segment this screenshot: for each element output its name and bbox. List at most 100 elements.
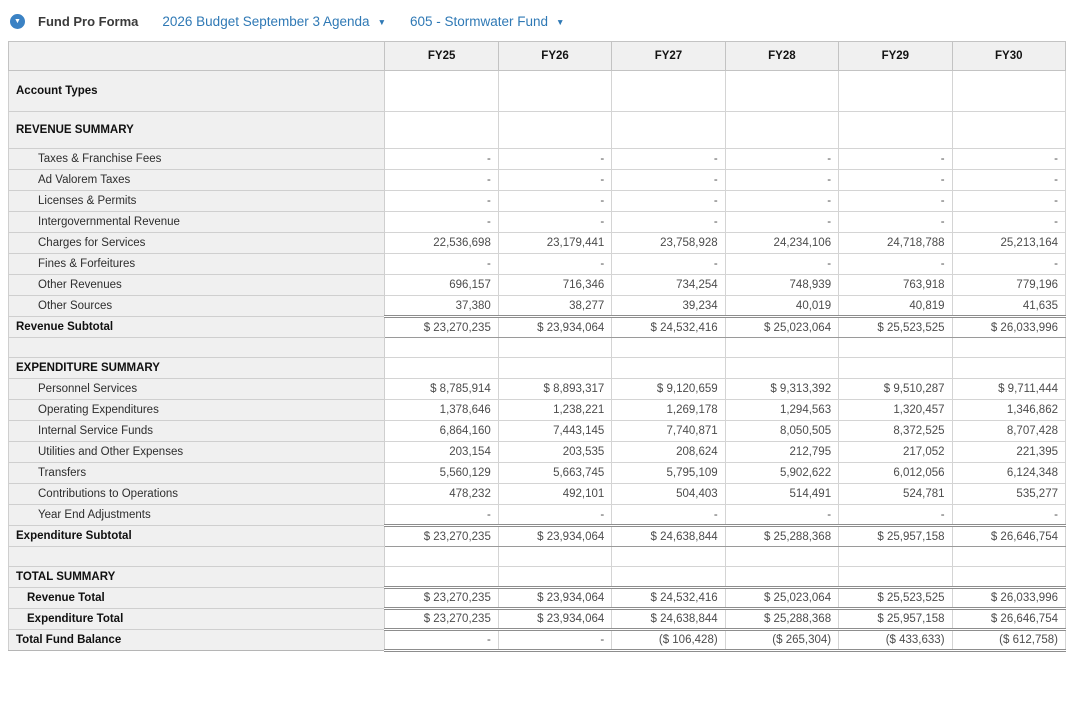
table-cell-fy29: 40,819 — [839, 296, 952, 317]
fund-dropdown[interactable]: 605 - Stormwater Fund ▼ — [410, 14, 564, 29]
table-row: Utilities and Other Expenses203,154203,5… — [9, 442, 1066, 463]
table-cell-fy26: 492,101 — [498, 484, 611, 505]
table-cell-fy27 — [612, 71, 725, 112]
column-header-fy27: FY27 — [612, 42, 725, 71]
table-cell-fy27: - — [612, 212, 725, 233]
table-cell-fy27: 1,269,178 — [612, 400, 725, 421]
table-cell-fy26: $ 23,934,064 — [498, 588, 611, 609]
column-header-fy29: FY29 — [839, 42, 952, 71]
table-cell-fy27: 208,624 — [612, 442, 725, 463]
row-label: EXPENDITURE SUMMARY — [9, 358, 385, 379]
row-label: Transfers — [9, 463, 385, 484]
row-label: Licenses & Permits — [9, 191, 385, 212]
column-header-fy26: FY26 — [498, 42, 611, 71]
row-label: Revenue Subtotal — [9, 317, 385, 338]
table-cell-fy27: $ 24,638,844 — [612, 609, 725, 630]
table-cell-fy29 — [839, 547, 952, 567]
table-header: FY25FY26FY27FY28FY29FY30 — [9, 42, 1066, 71]
table-cell-fy28: - — [725, 191, 838, 212]
row-label: Expenditure Subtotal — [9, 526, 385, 547]
table-cell-fy25: 22,536,698 — [385, 233, 498, 254]
corner-header-cell — [9, 42, 385, 71]
table-cell-fy30: - — [952, 191, 1065, 212]
row-label: Taxes & Franchise Fees — [9, 149, 385, 170]
fund-dropdown-label: 605 - Stormwater Fund — [410, 14, 548, 29]
table-cell-fy27: $ 24,638,844 — [612, 526, 725, 547]
table-row: Expenditure Total$ 23,270,235$ 23,934,06… — [9, 609, 1066, 630]
table-cell-fy26: $ 8,893,317 — [498, 379, 611, 400]
budget-version-dropdown[interactable]: 2026 Budget September 3 Agenda ▼ — [162, 14, 386, 29]
collapse-section-icon[interactable]: ▼ — [10, 14, 25, 29]
row-label: Internal Service Funds — [9, 421, 385, 442]
table-cell-fy30: 535,277 — [952, 484, 1065, 505]
table-row: Internal Service Funds6,864,1607,443,145… — [9, 421, 1066, 442]
table-cell-fy26: - — [498, 505, 611, 526]
table-cell-fy25: 5,560,129 — [385, 463, 498, 484]
table-cell-fy29: ($ 433,633) — [839, 630, 952, 651]
row-label: Total Fund Balance — [9, 630, 385, 651]
table-cell-fy30: $ 26,646,754 — [952, 526, 1065, 547]
table-cell-fy26: - — [498, 212, 611, 233]
table-row: Year End Adjustments------ — [9, 505, 1066, 526]
table-cell-fy30: $ 26,033,996 — [952, 317, 1065, 338]
table-cell-fy30: - — [952, 170, 1065, 191]
table-cell-fy28: 212,795 — [725, 442, 838, 463]
table-cell-fy27: ($ 106,428) — [612, 630, 725, 651]
table-cell-fy30 — [952, 71, 1065, 112]
row-label: Expenditure Total — [9, 609, 385, 630]
table-cell-fy27: - — [612, 149, 725, 170]
table-cell-fy25: - — [385, 149, 498, 170]
table-cell-fy26: 203,535 — [498, 442, 611, 463]
table-cell-fy28 — [725, 567, 838, 588]
table-cell-fy28: - — [725, 505, 838, 526]
table-cell-fy30: 25,213,164 — [952, 233, 1065, 254]
pro-forma-table: FY25FY26FY27FY28FY29FY30 Account TypesRE… — [8, 41, 1066, 652]
table-cell-fy30: - — [952, 505, 1065, 526]
table-cell-fy26: 716,346 — [498, 275, 611, 296]
table-cell-fy29: 24,718,788 — [839, 233, 952, 254]
chevron-down-icon: ▼ — [378, 16, 386, 27]
table-cell-fy29 — [839, 112, 952, 149]
table-cell-fy27 — [612, 567, 725, 588]
table-cell-fy25: $ 23,270,235 — [385, 609, 498, 630]
table-cell-fy30 — [952, 358, 1065, 379]
row-label: Revenue Total — [9, 588, 385, 609]
chevron-down-icon: ▼ — [14, 18, 21, 25]
page-title: Fund Pro Forma — [38, 14, 138, 29]
table-cell-fy28 — [725, 71, 838, 112]
table-cell-fy29: 763,918 — [839, 275, 952, 296]
table-cell-fy26 — [498, 338, 611, 358]
row-label: Ad Valorem Taxes — [9, 170, 385, 191]
table-row: Account Types — [9, 71, 1066, 112]
table-cell-fy30: 6,124,348 — [952, 463, 1065, 484]
row-label: Contributions to Operations — [9, 484, 385, 505]
table-cell-fy25: - — [385, 254, 498, 275]
table-cell-fy27: $ 24,532,416 — [612, 317, 725, 338]
table-cell-fy29: 8,372,525 — [839, 421, 952, 442]
table-cell-fy25 — [385, 567, 498, 588]
table-row: Other Revenues696,157716,346734,254748,9… — [9, 275, 1066, 296]
table-cell-fy25: - — [385, 630, 498, 651]
row-label: Operating Expenditures — [9, 400, 385, 421]
table-cell-fy30: $ 26,646,754 — [952, 609, 1065, 630]
table-cell-fy29 — [839, 71, 952, 112]
table-cell-fy28 — [725, 358, 838, 379]
table-cell-fy29: 6,012,056 — [839, 463, 952, 484]
table-cell-fy26: 7,443,145 — [498, 421, 611, 442]
table-cell-fy28: $ 25,288,368 — [725, 526, 838, 547]
table-cell-fy30: ($ 612,758) — [952, 630, 1065, 651]
table-cell-fy26 — [498, 112, 611, 149]
table-cell-fy30: 1,346,862 — [952, 400, 1065, 421]
table-cell-fy26: - — [498, 191, 611, 212]
table-cell-fy29: $ 25,523,525 — [839, 588, 952, 609]
table-cell-fy27: $ 9,120,659 — [612, 379, 725, 400]
table-cell-fy28: $ 25,288,368 — [725, 609, 838, 630]
table-cell-fy25: - — [385, 170, 498, 191]
table-row: TOTAL SUMMARY — [9, 567, 1066, 588]
table-cell-fy25: - — [385, 212, 498, 233]
table-row: Operating Expenditures1,378,6461,238,221… — [9, 400, 1066, 421]
table-cell-fy25 — [385, 112, 498, 149]
table-cell-fy30: - — [952, 254, 1065, 275]
table-cell-fy26: - — [498, 630, 611, 651]
table-cell-fy28: $ 9,313,392 — [725, 379, 838, 400]
